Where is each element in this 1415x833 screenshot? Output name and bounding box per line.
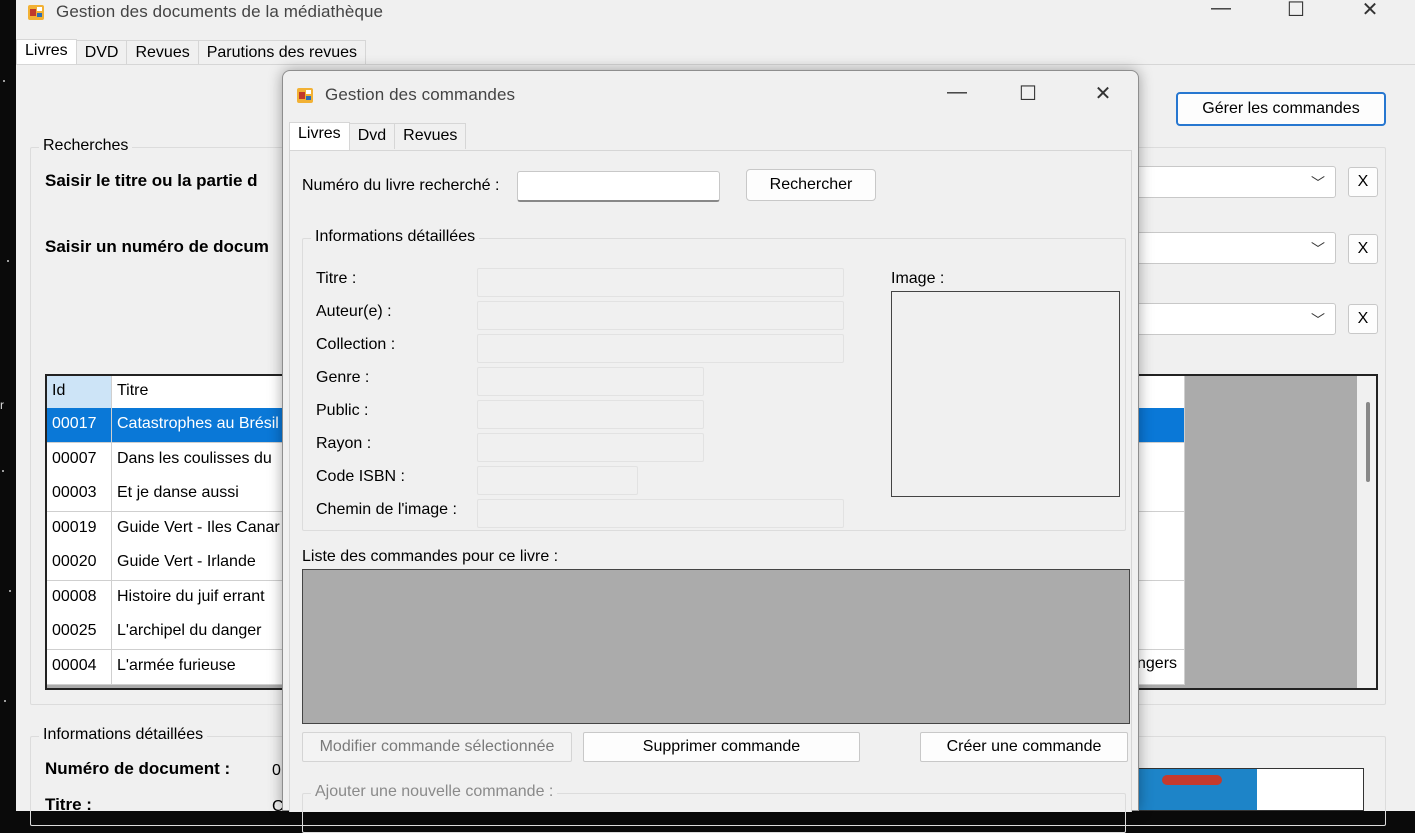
manage-orders-button[interactable]: Gérer les commandes <box>1176 92 1386 126</box>
orders-grid[interactable] <box>302 569 1130 724</box>
book-image-box <box>891 291 1120 497</box>
grid-partial-cell: ngers <box>1137 655 1178 672</box>
cover-image-banner <box>1162 775 1222 785</box>
new-order-group: Ajouter une nouvelle commande : <box>302 783 1126 833</box>
dialog-title: Gestion des commandes <box>325 85 516 104</box>
tab-revues[interactable]: Revues <box>126 40 199 66</box>
chevron-down-icon: ﹀ <box>1311 175 1325 191</box>
image-label: Image : <box>891 270 945 287</box>
chevron-down-icon: ﹀ <box>1311 312 1325 328</box>
field-label: Titre : <box>316 270 357 287</box>
field-value-box[interactable] <box>477 301 844 330</box>
dialog-minimize-button[interactable]: — <box>937 81 977 104</box>
number-search-combo[interactable]: ﹀ <box>1116 232 1336 264</box>
field-value-box[interactable] <box>477 334 844 363</box>
orders-list-label: Liste des commandes pour ce livre : <box>302 548 559 565</box>
main-window-title: Gestion des documents de la médiathèque <box>56 2 384 21</box>
dialog-maximize-button[interactable]: ☐ <box>1008 81 1048 106</box>
maximize-button[interactable]: ☐ <box>1276 0 1316 22</box>
cover-image <box>1121 768 1364 811</box>
search-title-label: Saisir le titre ou la partie d <box>45 171 258 190</box>
detail-group-title: Informations détaillées <box>39 726 208 744</box>
dialog-close-button[interactable]: ✕ <box>1083 81 1123 106</box>
book-search-label: Numéro du livre recherché : <box>302 177 500 194</box>
dialog-tabs: Livres Dvd Revues <box>289 121 467 150</box>
modify-order-button[interactable]: Modifier commande sélectionnée <box>302 732 572 762</box>
grid-scroll-thumb[interactable] <box>1366 402 1370 482</box>
field-value-box[interactable] <box>477 367 704 396</box>
row-id-cell[interactable]: 00003 <box>47 477 112 511</box>
dialog-tab-livres[interactable]: Livres <box>289 122 350 150</box>
tab-parutions[interactable]: Parutions des revues <box>197 40 367 66</box>
field-value-box[interactable] <box>477 466 638 495</box>
genre-filter-combo[interactable]: ﹀ <box>1116 303 1336 335</box>
field-label: Rayon : <box>316 435 372 452</box>
dialog-titlebar: Gestion des commandes <box>297 85 515 105</box>
search-button[interactable]: Rechercher <box>746 169 876 201</box>
orders-dialog: Gestion des commandes — ☐ ✕ Livres Dvd R… <box>282 70 1139 833</box>
field-label: Auteur(e) : <box>316 303 392 320</box>
clear-genre-button[interactable]: X <box>1348 304 1378 334</box>
close-button[interactable]: ✕ <box>1350 0 1390 22</box>
field-value-box[interactable] <box>477 400 704 429</box>
row-id-cell[interactable]: 00025 <box>47 615 112 649</box>
field-label: Chemin de l'image : <box>316 501 457 518</box>
create-order-button[interactable]: Créer une commande <box>920 732 1128 762</box>
doc-number-value: 0 <box>272 762 281 779</box>
field-value-box[interactable] <box>477 268 844 297</box>
row-id-cell[interactable]: 00019 <box>47 511 112 546</box>
main-tabs: Livres DVD Revues Parutions des revues <box>16 38 367 67</box>
field-value-box[interactable] <box>477 433 704 462</box>
grid-header-id[interactable]: Id <box>47 376 112 408</box>
search-number-label: Saisir un numéro de docum <box>45 237 269 256</box>
row-id-cell[interactable]: 00020 <box>47 546 112 580</box>
minimize-button[interactable]: — <box>1201 0 1241 20</box>
title-label: Titre : <box>45 795 92 814</box>
field-value-box[interactable] <box>477 499 844 528</box>
row-id-cell[interactable]: 00017 <box>47 408 112 442</box>
row-id-cell[interactable]: 00007 <box>47 442 112 477</box>
clear-number-button[interactable]: X <box>1348 234 1378 264</box>
tab-dvd[interactable]: DVD <box>75 40 128 66</box>
dialog-app-icon <box>297 87 313 103</box>
row-id-cell[interactable]: 00008 <box>47 580 112 615</box>
dialog-tab-revues[interactable]: Revues <box>394 123 467 149</box>
new-order-group-title: Ajouter une nouvelle commande : <box>311 783 558 801</box>
field-label: Collection : <box>316 336 396 353</box>
chevron-down-icon: ﹀ <box>1311 241 1325 257</box>
app-icon <box>28 4 44 20</box>
desktop-fragment-text: r <box>0 398 4 412</box>
dialog-tab-dvd[interactable]: Dvd <box>348 123 396 149</box>
delete-order-button[interactable]: Supprimer commande <box>583 732 860 762</box>
row-id-cell[interactable]: 00004 <box>47 649 112 684</box>
field-label: Code ISBN : <box>316 468 405 485</box>
clear-title-button[interactable]: X <box>1348 167 1378 197</box>
dialog-details-title: Informations détaillées <box>311 228 480 246</box>
title-search-combo[interactable]: ﹀ <box>1116 166 1336 198</box>
doc-number-label: Numéro de document : <box>45 759 231 778</box>
grid-scrollbar[interactable] <box>1357 376 1376 688</box>
field-label: Genre : <box>316 369 370 386</box>
tab-livres[interactable]: Livres <box>16 39 77 67</box>
search-group-title: Recherches <box>39 137 133 155</box>
book-number-input[interactable] <box>517 171 720 202</box>
field-label: Public : <box>316 402 369 419</box>
